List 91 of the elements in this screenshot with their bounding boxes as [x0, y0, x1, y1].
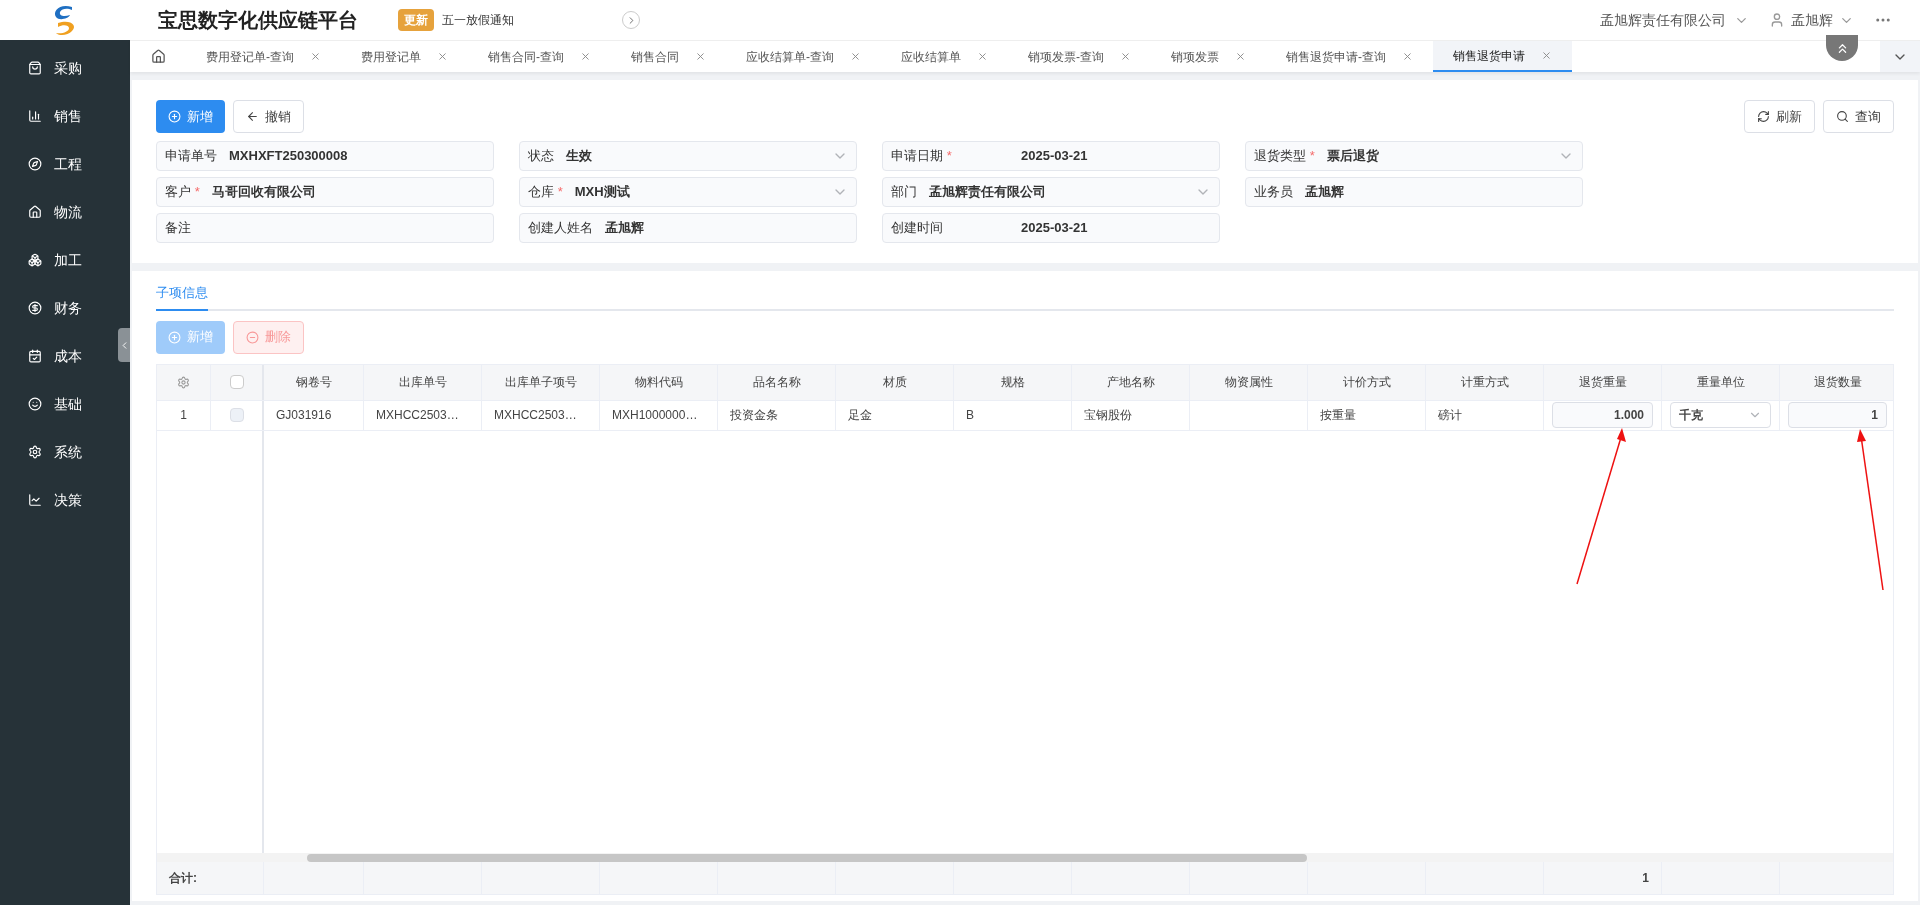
field-label: 退货类型 * — [1254, 147, 1315, 166]
input-field[interactable]: 申请日期 * 2025-03-21 — [882, 141, 1220, 171]
field-value: 孟旭辉 — [605, 219, 644, 238]
field-label: 申请日期 * — [891, 147, 953, 166]
sidebar-item[interactable]: 成本 — [0, 332, 116, 380]
select-field[interactable]: 状态 生效 — [519, 141, 857, 171]
input-field[interactable]: 申请单号 MXHXFT250300008 — [156, 141, 494, 171]
page-tab[interactable]: 销项发票 — [1151, 41, 1266, 72]
column-header: 产地名称 — [1106, 374, 1155, 391]
page-tab[interactable]: 销售退货申请-查询 — [1266, 41, 1433, 72]
input-field[interactable]: 创建人姓名 孟旭辉 — [519, 213, 857, 243]
sidebar-item[interactable]: 基础 — [0, 380, 116, 428]
input-field[interactable]: 创建时间 2025-03-21 — [882, 213, 1220, 243]
column-header: 规格 — [1000, 374, 1025, 391]
column-header: 退货重量 — [1578, 374, 1627, 391]
field-label: 状态 — [528, 147, 554, 166]
page-tab[interactable]: 销售退货申请 — [1433, 41, 1572, 72]
sidebar-item[interactable]: 加工 — [0, 236, 116, 284]
page-tab[interactable]: 销项发票-查询 — [1008, 41, 1151, 72]
sidebar-item[interactable]: 决策 — [0, 476, 116, 524]
column-header: 物资属性 — [1224, 374, 1273, 391]
user-menu[interactable]: 孟旭辉 — [1769, 9, 1854, 31]
column-header: 材质 — [882, 374, 907, 391]
row-number: 1 — [180, 407, 187, 424]
column-header: 出库单子项号 — [504, 374, 577, 391]
page-tab[interactable]: 费用登记单-查询 — [186, 41, 341, 72]
column-header: 品名名称 — [752, 374, 801, 391]
field-value: MXHXFT250300008 — [229, 147, 348, 166]
table-cell-text: 按重量 — [1319, 407, 1357, 424]
field-label: 申请单号 — [165, 147, 217, 166]
select-field[interactable]: 部门 孟旭辉责任有限公司 — [882, 177, 1220, 207]
notice-text: 五一放假通知 — [442, 12, 515, 29]
page-tab[interactable]: 销售合同 — [611, 41, 726, 72]
field-value: 2025-03-21 — [1021, 147, 1088, 166]
field-label: 业务员 — [1254, 183, 1293, 202]
input-field[interactable]: 备注 — [156, 213, 494, 243]
sidebar-item[interactable]: 物流 — [0, 188, 116, 236]
table-cell-text: MXH1000000… — [611, 407, 699, 424]
sidebar-item[interactable]: 系统 — [0, 428, 116, 476]
company-menu[interactable]: 孟旭辉责任有限公司 — [1600, 9, 1749, 31]
refresh-button[interactable]: 刷新 — [1744, 100, 1815, 133]
table-cell-text: 投资金条 — [729, 407, 779, 424]
field-label: 客户 * — [165, 183, 200, 202]
field-label: 仓库 * — [528, 183, 563, 202]
table-cell-text: 宝钢股份 — [1083, 407, 1133, 424]
column-header: 物料代码 — [634, 374, 683, 391]
field-value: 2025-03-21 — [1021, 219, 1088, 238]
field-value: 孟旭辉责任有限公司 — [929, 183, 1046, 202]
section-tab[interactable]: 子项信息 — [156, 277, 208, 311]
select-field[interactable]: 退货类型 * 票后退货 — [1245, 141, 1583, 171]
column-header: 计价方式 — [1342, 374, 1391, 391]
quantity-input[interactable]: 1.000 — [1552, 402, 1653, 428]
table-cell-text: 足金 — [847, 407, 873, 424]
quantity-input[interactable]: 1 — [1788, 402, 1887, 428]
field-value: 孟旭辉 — [1305, 183, 1344, 202]
table-cell-text: MXHCC2503… — [375, 407, 460, 424]
total-value: 1 — [1642, 870, 1649, 887]
select-field[interactable]: 仓库 * MXH测试 — [519, 177, 857, 207]
column-header: 出库单号 — [398, 374, 447, 391]
unit-select[interactable]: 千克 — [1670, 402, 1771, 428]
field-value: 生效 — [566, 147, 592, 166]
page-tab[interactable]: 销售合同-查询 — [468, 41, 611, 72]
table-cell-text: 磅计 — [1437, 407, 1463, 424]
field-label: 创建人姓名 — [528, 219, 593, 238]
table-cell-text: MXHCC2503… — [493, 407, 578, 424]
column-header: 计重方式 — [1460, 374, 1509, 391]
field-label: 部门 — [891, 183, 917, 202]
field-label: 创建时间 — [891, 219, 944, 238]
field-value: 马哥回收有限公司 — [211, 183, 316, 202]
sidebar-item[interactable]: 销售 — [0, 92, 116, 140]
field-value: MXH测试 — [574, 183, 630, 202]
update-badge: 更新 — [398, 9, 434, 31]
field-label: 备注 — [165, 219, 191, 238]
input-field[interactable]: 客户 * 马哥回收有限公司 — [156, 177, 494, 207]
table-cell-text: GJ031916 — [275, 407, 333, 424]
total-label: 合计: — [169, 870, 197, 887]
sidebar-item[interactable]: 工程 — [0, 140, 116, 188]
app-title: 宝思数字化供应链平台 — [158, 8, 359, 33]
column-header: 钢卷号 — [295, 374, 332, 391]
sidebar-item[interactable]: 采购 — [0, 44, 116, 92]
column-header: 退货数量 — [1813, 374, 1862, 391]
page-tab[interactable]: 应收结算单 — [881, 41, 1008, 72]
field-value: 票后退货 — [1326, 147, 1379, 166]
search-button[interactable]: 查询 — [1823, 100, 1894, 133]
revoke-button[interactable]: 撤销 — [233, 100, 304, 133]
sidebar-item[interactable]: 财务 — [0, 284, 116, 332]
column-header: 重量单位 — [1696, 374, 1745, 391]
input-field[interactable]: 业务员 孟旭辉 — [1245, 177, 1583, 207]
page-tab[interactable]: 费用登记单 — [341, 41, 468, 72]
page-tab[interactable]: 应收结算单-查询 — [726, 41, 881, 72]
table-cell-text: B — [965, 407, 975, 424]
